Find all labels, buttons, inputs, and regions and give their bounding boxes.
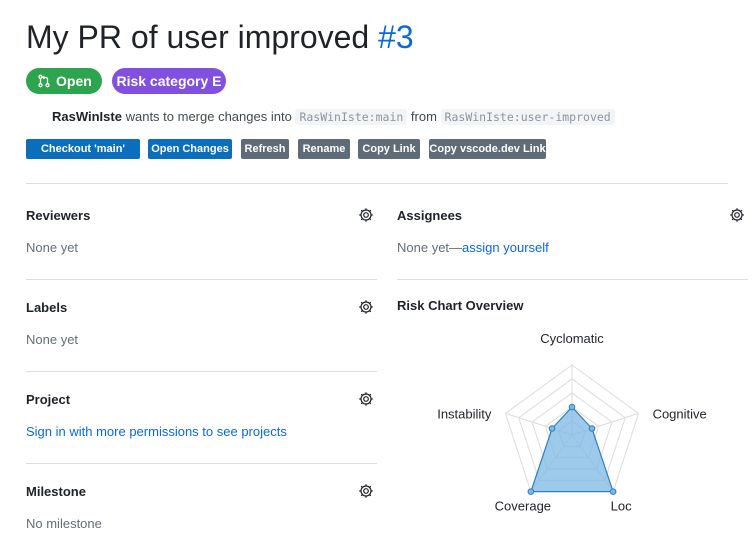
reviewers-gear-icon[interactable]	[358, 207, 374, 223]
pr-title: My PR of user improved #3	[26, 14, 414, 60]
merge-text: wants to merge changes into	[125, 109, 292, 124]
milestone-gear-icon[interactable]	[358, 483, 374, 499]
base-branch: RasWinIste:main	[295, 109, 408, 125]
milestone-title: Milestone	[26, 484, 86, 499]
reviewers-title: Reviewers	[26, 208, 91, 223]
risk-category-badge: Risk category E	[112, 68, 226, 94]
risk-category-label: Risk category E	[116, 73, 222, 89]
risk-chart-title: Risk Chart Overview	[397, 298, 524, 313]
project-divider	[26, 463, 377, 464]
header-divider	[26, 183, 728, 184]
rename-label: Rename	[302, 143, 346, 155]
merge-description: RasWinIste wants to merge changes into R…	[52, 108, 615, 126]
assign-yourself-link[interactable]: assign yourself	[462, 240, 549, 255]
radar-series-area	[530, 406, 614, 493]
copy-link-label: Copy Link	[362, 143, 416, 155]
status-label: Open	[56, 73, 92, 89]
open-changes-button[interactable]: Open Changes	[148, 139, 232, 159]
radar-axis-label: Cognitive	[653, 406, 707, 421]
pr-title-text: My PR of user improved	[26, 19, 370, 55]
assignees-title: Assignees	[397, 208, 463, 223]
project-signin-link[interactable]: Sign in with more permissions to see pro…	[26, 424, 287, 440]
rename-button[interactable]: Rename	[298, 139, 350, 159]
checkout-button-label: Checkout 'main'	[40, 143, 126, 155]
pull-request-icon	[38, 74, 50, 88]
author-name[interactable]: RasWinIste	[52, 109, 122, 124]
pr-number: #3	[378, 19, 414, 55]
copy-vscode-link-button[interactable]: Copy vscode.dev Link	[429, 139, 546, 159]
assignees-divider	[397, 279, 748, 280]
head-branch: RasWinIste:user-improved	[440, 109, 615, 125]
labels-value: None yet	[26, 332, 79, 347]
radar-axis-label: Loc	[611, 499, 632, 514]
checkout-button[interactable]: Checkout 'main'	[26, 139, 140, 159]
milestone-value: No milestone	[26, 516, 102, 531]
reviewers-divider	[26, 279, 377, 280]
radar-axis-label: Coverage	[495, 499, 551, 514]
radar-data-point	[548, 425, 556, 432]
copy-vscode-link-label: Copy vscode.dev Link	[429, 143, 546, 155]
labels-title: Labels	[26, 300, 68, 315]
assignees-none: None yet—	[397, 240, 463, 255]
labels-gear-icon[interactable]	[358, 299, 374, 315]
reviewers-value: None yet	[26, 240, 79, 255]
project-title: Project	[26, 392, 71, 407]
radar-data-point	[527, 488, 535, 495]
risk-radar-chart: Cyclomatic Cognitive Loc Coverage Instabilit…	[437, 331, 707, 514]
copy-link-button[interactable]: Copy Link	[358, 139, 420, 159]
radar-data-point	[588, 425, 596, 432]
project-gear-icon[interactable]	[358, 391, 374, 407]
assignees-gear-icon[interactable]	[729, 207, 745, 223]
radar-data-point	[568, 403, 576, 411]
refresh-label: Refresh	[244, 143, 286, 155]
radar-data-point	[609, 488, 617, 495]
radar-axis-label: Cyclomatic	[540, 331, 604, 346]
open-changes-label: Open Changes	[151, 143, 229, 155]
assignees-value: None yet—assign yourself	[397, 240, 549, 256]
status-badge: Open	[26, 68, 102, 94]
labels-divider	[26, 371, 377, 372]
radar-axis-label: Instability	[437, 406, 492, 421]
from-text: from	[410, 109, 437, 124]
refresh-button[interactable]: Refresh	[241, 139, 289, 159]
